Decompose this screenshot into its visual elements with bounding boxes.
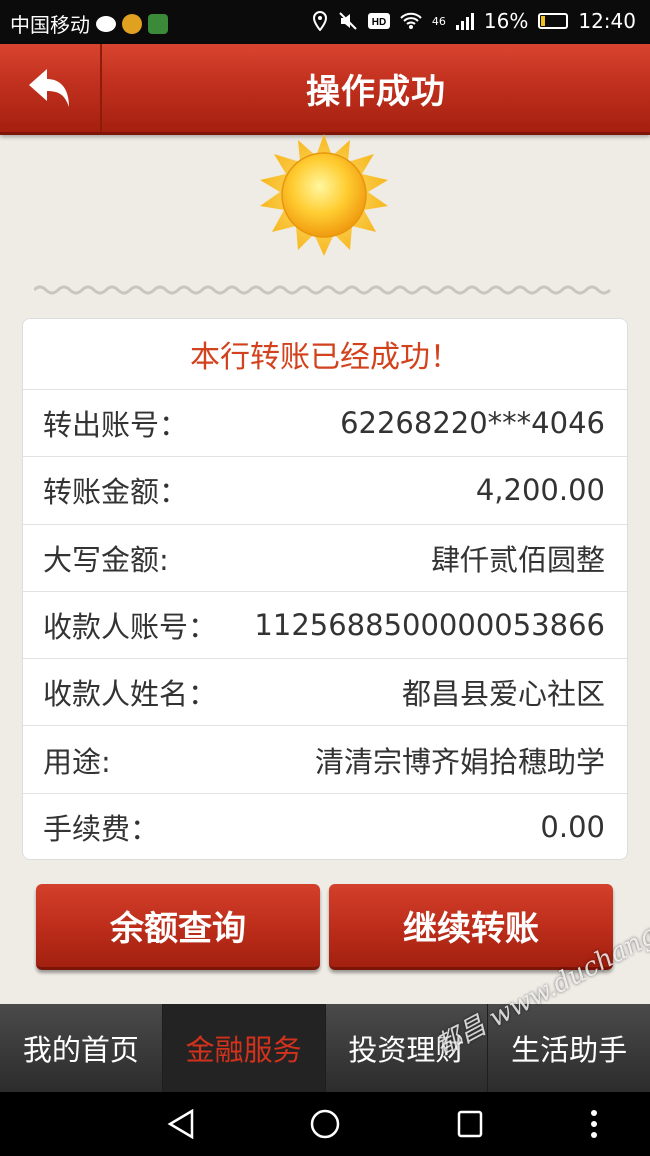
row-value: 都昌县爱心社区 [401,677,605,712]
row-label: 用途: [43,744,111,779]
detail-row: 收款人账号： 1125688500000053866 [23,590,627,658]
detail-row: 转出账号： 62268220***4046 [23,389,627,456]
battery-icon [538,13,569,29]
wifi-icon [400,12,422,29]
success-message: 本行转账已经成功！ [190,340,460,375]
clock: 12:40 [578,9,636,33]
row-label: 大写金额: [43,542,169,577]
row-value: 1125688500000053866 [254,608,605,643]
status-bar: 中国移动 HD 46 16% 12:40 [0,0,650,44]
row-label: 转账金额： [43,475,189,510]
wave-divider [34,285,612,295]
app-icon [148,13,168,34]
detail-row: 手续费： 0.00 [23,792,627,860]
detail-row: 大写金额: 肆仟贰佰圆整 [23,523,627,591]
transfer-result-card: 本行转账已经成功！ 转出账号： 62268220***4046 转账金额： 4,… [22,318,628,860]
page-title: 操作成功 [306,71,446,112]
row-label: 转出账号： [43,408,189,443]
row-value: 清清宗博齐娟拾穗助学 [314,744,605,779]
battery-percent: 16% [483,9,529,33]
row-value: 0.00 [540,809,605,844]
balance-query-button[interactable]: 余额查询 [36,884,320,970]
back-arrow-icon [29,69,69,107]
header-bar: 操作成功 [0,44,650,135]
nav-menu-icon[interactable] [588,1108,600,1140]
nav-home-icon[interactable] [309,1108,341,1140]
row-label: 收款人账号： [43,610,218,645]
row-label: 收款人姓名： [43,677,218,712]
system-nav-bar [0,1092,650,1156]
location-icon [312,11,327,31]
signal-icon [455,12,474,30]
row-value: 62268220***4046 [340,406,605,441]
bottom-tab-bar: 我的首页 金融服务 投资理财 生活助手 [0,1004,650,1092]
nav-back-icon[interactable] [166,1108,196,1140]
carrier-label: 中国移动 [10,13,90,37]
back-button[interactable] [0,44,102,132]
detail-row: 转账金额： 4,200.00 [23,456,627,523]
network-type: 46 [431,14,446,28]
row-value: 肆仟贰佰圆整 [430,542,605,577]
detail-row: 用途: 清清宗博齐娟拾穗助学 [23,725,627,792]
tab-financial-services[interactable]: 金融服务 [162,1004,326,1092]
hd-icon: HD [367,13,390,29]
nav-recents-icon[interactable] [456,1108,484,1140]
row-value: 4,200.00 [475,473,605,508]
sun-icon [260,134,388,256]
mute-icon [339,12,357,30]
weibo-icon [122,13,142,34]
detail-row: 收款人姓名： 都昌县爱心社区 [23,658,627,725]
row-label: 手续费： [43,811,160,846]
tab-home[interactable]: 我的首页 [0,1004,163,1092]
svg-text:HD: HD [372,17,386,28]
chat-icon [96,15,116,32]
